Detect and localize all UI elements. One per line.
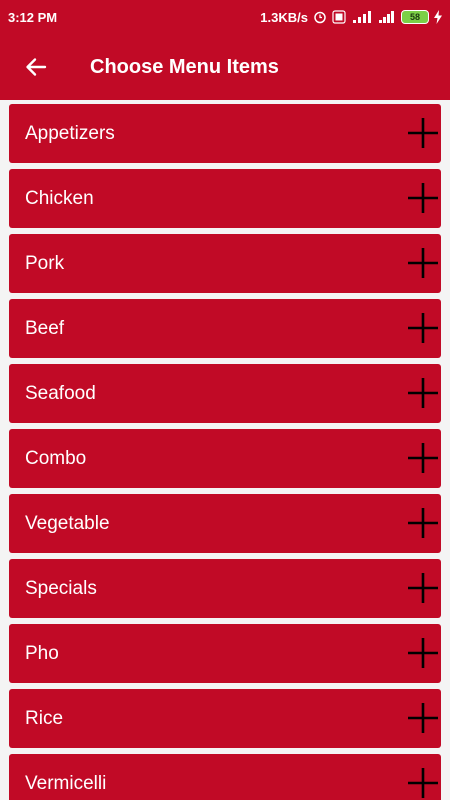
plus-icon[interactable] bbox=[407, 182, 439, 214]
alarm-icon bbox=[313, 10, 327, 24]
status-bar: 3:12 PM 1.3KB/s 58 bbox=[0, 0, 450, 34]
menu-item-label: Rice bbox=[25, 707, 64, 729]
menu-item-vermicelli[interactable]: Vermicelli bbox=[9, 754, 441, 800]
back-button[interactable] bbox=[22, 53, 50, 81]
status-indicators: 1.3KB/s 58 bbox=[260, 10, 442, 25]
menu-item-label: Appetizers bbox=[25, 122, 115, 144]
menu-item-pork[interactable]: Pork bbox=[9, 234, 441, 293]
plus-icon[interactable] bbox=[407, 312, 439, 344]
plus-icon[interactable] bbox=[407, 247, 439, 279]
charging-icon bbox=[434, 10, 442, 24]
plus-icon[interactable] bbox=[407, 442, 439, 474]
menu-item-pho[interactable]: Pho bbox=[9, 624, 441, 683]
menu-list[interactable]: Appetizers Chicken Pork Beef Seafood Com… bbox=[0, 100, 450, 800]
menu-item-beef[interactable]: Beef bbox=[9, 299, 441, 358]
arrow-left-icon bbox=[26, 58, 47, 76]
menu-item-vegetable[interactable]: Vegetable bbox=[9, 494, 441, 553]
signal-4g-icon bbox=[351, 10, 373, 24]
signal-icon bbox=[378, 10, 396, 24]
plus-icon[interactable] bbox=[407, 702, 439, 734]
menu-item-rice[interactable]: Rice bbox=[9, 689, 441, 748]
menu-item-specials[interactable]: Specials bbox=[9, 559, 441, 618]
plus-icon[interactable] bbox=[407, 377, 439, 409]
menu-item-label: Beef bbox=[25, 317, 65, 339]
page-title: Choose Menu Items bbox=[90, 55, 279, 78]
menu-item-label: Pho bbox=[25, 642, 59, 664]
menu-item-label: Combo bbox=[25, 447, 87, 469]
battery-icon: 58 bbox=[401, 10, 429, 24]
plus-icon[interactable] bbox=[407, 637, 439, 669]
menu-item-label: Vermicelli bbox=[25, 772, 107, 794]
network-speed: 1.3KB/s bbox=[260, 9, 308, 25]
menu-item-label: Pork bbox=[25, 252, 65, 274]
menu-item-label: Seafood bbox=[25, 382, 96, 404]
menu-item-label: Chicken bbox=[25, 187, 94, 209]
plus-icon[interactable] bbox=[407, 572, 439, 604]
status-time: 3:12 PM bbox=[8, 9, 58, 25]
plus-icon[interactable] bbox=[407, 767, 439, 799]
app-bar: Choose Menu Items bbox=[0, 34, 450, 100]
menu-item-appetizers[interactable]: Appetizers bbox=[9, 104, 441, 163]
menu-item-seafood[interactable]: Seafood bbox=[9, 364, 441, 423]
battery-level: 58 bbox=[409, 12, 420, 22]
plus-icon[interactable] bbox=[407, 507, 439, 539]
menu-item-combo[interactable]: Combo bbox=[9, 429, 441, 488]
menu-item-chicken[interactable]: Chicken bbox=[9, 169, 441, 228]
volte-icon bbox=[332, 10, 346, 24]
menu-item-label: Specials bbox=[25, 577, 97, 599]
menu-item-label: Vegetable bbox=[25, 512, 110, 534]
plus-icon[interactable] bbox=[407, 117, 439, 149]
